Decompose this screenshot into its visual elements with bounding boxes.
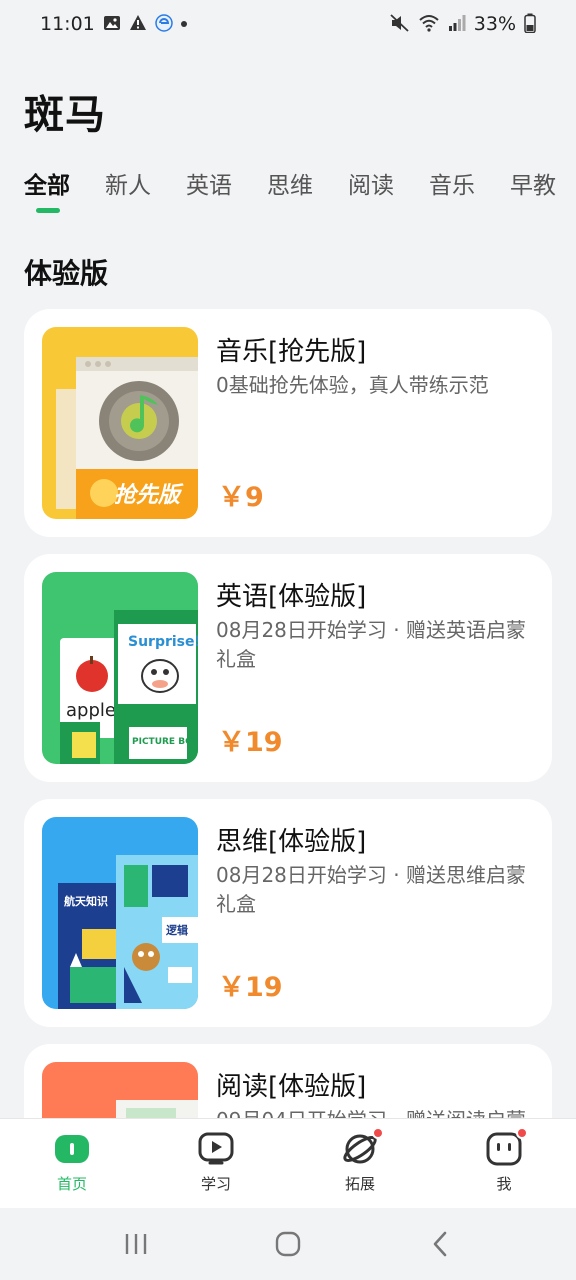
- course-price: ￥9: [218, 482, 264, 513]
- nav-home[interactable]: 首页: [0, 1119, 144, 1208]
- tab-label: 新人: [105, 173, 151, 199]
- course-description: 0基础抢先体验，真人带练示范: [216, 373, 489, 397]
- nav-study[interactable]: 学习: [144, 1119, 288, 1208]
- tab-label: 思维: [267, 173, 313, 199]
- course-title: 思维[体验版]: [216, 827, 367, 857]
- course-title: 音乐[抢先版]: [216, 337, 367, 367]
- thumb-label: 抢先版: [114, 482, 184, 508]
- page-title: 斑马: [24, 92, 106, 138]
- nav-label: 拓展: [344, 1175, 375, 1193]
- nav-profile[interactable]: 我: [432, 1119, 576, 1208]
- tab-label: 早教: [510, 173, 556, 199]
- thumb-label: 航天知识: [64, 894, 108, 908]
- recent-apps-button[interactable]: [106, 1224, 166, 1264]
- battery-percent: 33%: [473, 13, 516, 35]
- status-time: 11:01: [40, 13, 95, 35]
- notification-badge: [372, 1127, 384, 1139]
- nav-label: 我: [496, 1175, 512, 1193]
- tab-all[interactable]: 全部: [24, 166, 70, 213]
- tab-label: 全部: [24, 173, 70, 199]
- signal-icon: [448, 14, 466, 35]
- course-card-thinking[interactable]: 航天知识 逻辑 思维[体验版] 08月28日开始学习 · 赠送思维启蒙礼盒 ￥1…: [24, 799, 552, 1027]
- thumb-label: Surprise!: [128, 634, 198, 650]
- tab-label: 英语: [186, 173, 232, 199]
- notification-dot: [180, 21, 187, 27]
- tab-reading[interactable]: 阅读: [348, 166, 394, 200]
- status-bar: 11:01 33%: [0, 0, 576, 48]
- thumb-label: PICTURE BOOKS: [132, 737, 198, 747]
- system-nav-bar: [0, 1208, 576, 1280]
- tab-music[interactable]: 音乐: [429, 166, 475, 200]
- course-description: 08月28日开始学习 · 赠送思维启蒙礼盒: [216, 863, 526, 916]
- bottom-nav: 首页 学习 拓展 我: [0, 1118, 576, 1208]
- course-card-music[interactable]: 抢先版 音乐[抢先版] 0基础抢先体验，真人带练示范 ￥9: [24, 309, 552, 537]
- tv-icon: [198, 1131, 234, 1167]
- course-thumbnail: apple Surprise! PICTURE BOOKS: [42, 572, 198, 764]
- tab-english[interactable]: 英语: [186, 166, 232, 200]
- browser-app-icon: [155, 13, 173, 35]
- thumb-label: apple: [66, 700, 116, 721]
- thumb-label: 逻辑: [166, 923, 188, 937]
- back-button[interactable]: [410, 1224, 470, 1264]
- gallery-icon: [103, 14, 121, 35]
- tab-thinking[interactable]: 思维: [267, 166, 313, 200]
- course-title: 英语[体验版]: [216, 582, 367, 612]
- course-title: 阅读[体验版]: [216, 1072, 367, 1102]
- tab-new-user[interactable]: 新人: [105, 166, 151, 200]
- course-card-english[interactable]: apple Surprise! PICTURE BOOKS 英语[体验版] 08…: [24, 554, 552, 782]
- course-description: 08月28日开始学习 · 赠送英语启蒙礼盒: [216, 618, 526, 671]
- course-thumbnail: 航天知识 逻辑: [42, 817, 198, 1009]
- category-tabs: 全部 新人 英语 思维 阅读 音乐 早教: [24, 166, 576, 213]
- tab-label: 音乐: [429, 173, 475, 199]
- course-price: ￥19: [218, 972, 283, 1003]
- section-title: 体验版: [24, 257, 109, 290]
- course-thumbnail: 抢先版: [42, 327, 198, 519]
- tab-label: 阅读: [348, 173, 394, 199]
- wifi-icon: [418, 14, 440, 35]
- planet-icon: [342, 1127, 384, 1167]
- course-price: ￥19: [218, 727, 283, 758]
- notification-badge: [516, 1127, 528, 1139]
- nav-label: 首页: [56, 1175, 87, 1193]
- home-icon: [54, 1131, 90, 1167]
- nav-label: 学习: [200, 1175, 231, 1193]
- nav-explore[interactable]: 拓展: [288, 1119, 432, 1208]
- warning-icon: [129, 14, 147, 35]
- active-tab-indicator: [36, 208, 60, 213]
- tab-early-education[interactable]: 早教: [510, 166, 556, 200]
- battery-icon: [524, 13, 536, 36]
- home-button[interactable]: [258, 1224, 318, 1264]
- mute-icon: [390, 13, 410, 35]
- profile-icon: [486, 1127, 528, 1167]
